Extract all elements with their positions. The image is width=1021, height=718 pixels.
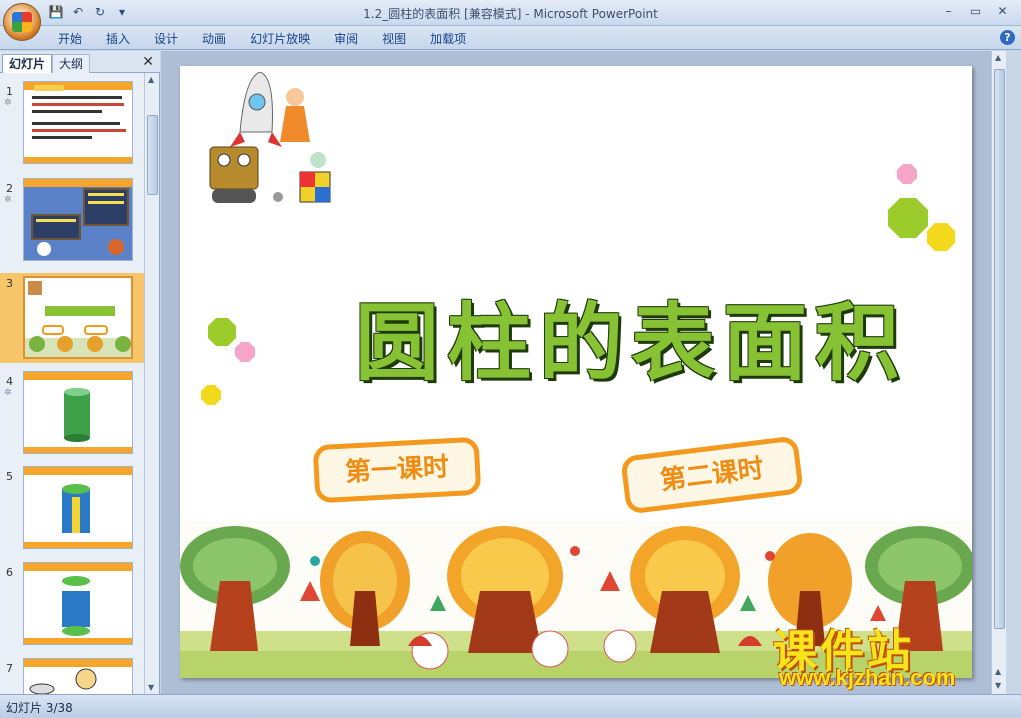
tab-outline[interactable]: 大纲 — [52, 54, 91, 73]
panel-close-icon[interactable]: ✕ — [142, 54, 154, 70]
tab-home[interactable]: 开始 — [46, 30, 94, 48]
thumbnail-preview — [23, 658, 133, 694]
thumbnail-preview — [23, 371, 133, 454]
scroll-up-icon[interactable]: ▲ — [995, 53, 1001, 62]
lesson-two-button[interactable]: 第二课时 — [620, 435, 804, 515]
slide-thumbnail-3[interactable]: 3 — [0, 273, 144, 363]
tab-animation[interactable]: 动画 — [190, 30, 238, 48]
green-dot-decoration — [888, 198, 928, 238]
thumbnail-art — [24, 82, 132, 163]
animation-star-icon: ✲ — [4, 195, 12, 205]
slide-title[interactable]: 圆柱的表面积 — [355, 276, 907, 397]
pink-dot-decoration — [897, 164, 917, 184]
thumbnail-number: 3 — [6, 277, 13, 290]
slide-thumbnail-5[interactable]: 5 — [0, 466, 144, 556]
thumbnails-scrollbar[interactable]: ▲ ▼ — [144, 73, 159, 694]
yellow-dot-decoration — [201, 385, 221, 405]
yellow-dot-decoration — [927, 223, 955, 251]
ribbon-tabs: 开始 插入 设计 动画 幻灯片放映 审阅 视图 加载项 — [46, 30, 478, 48]
slide-thumbnail-1[interactable]: 1 ✲ — [0, 81, 144, 171]
tab-review[interactable]: 审阅 — [322, 30, 370, 48]
slide-thumbnail-6[interactable]: 6 — [0, 562, 144, 652]
thumbnail-art — [24, 659, 132, 694]
thumbnail-number: 1 — [6, 85, 13, 98]
office-button[interactable] — [3, 3, 41, 41]
thumbnail-number: 7 — [6, 662, 13, 675]
thumbnail-art — [25, 278, 131, 357]
slide-thumbnail-7[interactable]: 7 — [0, 658, 144, 694]
tab-insert[interactable]: 插入 — [94, 30, 142, 48]
thumbnail-preview — [23, 81, 133, 164]
tab-view[interactable]: 视图 — [370, 30, 418, 48]
thumbnail-art — [24, 467, 132, 548]
animation-star-icon: ✲ — [4, 388, 12, 398]
thumbnail-number: 5 — [6, 470, 13, 483]
thumbnail-preview — [23, 178, 133, 261]
slide-thumbnail-4[interactable]: 4 ✲ — [0, 371, 144, 461]
thumbnail-number: 4 — [6, 375, 13, 388]
scroll-up-icon[interactable]: ▲ — [148, 75, 154, 84]
lesson-one-button[interactable]: 第一课时 — [312, 436, 482, 504]
thumbnail-art — [24, 179, 132, 260]
slide-counter: 幻灯片 3/38 — [6, 701, 73, 715]
scroll-down-icon[interactable]: ▼ — [148, 683, 154, 692]
thumbnail-preview — [23, 276, 133, 359]
help-icon[interactable]: ? — [1000, 30, 1015, 45]
tab-slideshow[interactable]: 幻灯片放映 — [238, 30, 322, 48]
thumbnail-art — [24, 372, 132, 453]
thumbnail-art — [24, 563, 132, 644]
thumbnail-list: 1 ✲ 2 ✲ 3 4 ✲ 5 6 7 — [0, 73, 144, 694]
window-title: 1.2_圆柱的表面积 [兼容模式] - Microsoft PowerPoint — [363, 7, 658, 21]
pink-dot-decoration — [235, 342, 255, 362]
tab-addins[interactable]: 加载项 — [418, 30, 478, 48]
panel-tabs: 幻灯片 大纲 ✕ — [0, 51, 160, 73]
slide-thumbnail-2[interactable]: 2 ✲ — [0, 178, 144, 268]
ribbon: 开始 插入 设计 动画 幻灯片放映 审阅 视图 加载项 ? — [0, 26, 1021, 50]
office-logo-icon — [12, 12, 32, 32]
thumbnail-preview — [23, 466, 133, 549]
cartoon-robot-illustration — [209, 72, 331, 203]
window-controls: – ▭ ✕ — [936, 2, 1015, 20]
animation-star-icon: ✲ — [4, 98, 12, 108]
thumbnail-preview — [23, 562, 133, 645]
status-bar: 幻灯片 3/38 — [0, 694, 1021, 718]
thumbnail-number: 2 — [6, 182, 13, 195]
tab-design[interactable]: 设计 — [142, 30, 190, 48]
next-slide-icon[interactable]: ▼ — [995, 681, 1001, 690]
slides-panel: 幻灯片 大纲 ✕ 1 ✲ 2 ✲ 3 4 ✲ 5 6 7 ▲ ▼ — [0, 51, 160, 694]
close-button[interactable]: ✕ — [990, 2, 1015, 20]
minimize-button[interactable]: – — [936, 2, 961, 20]
slide-editing-area: 圆柱的表面积 第一课时 第二课时 ▲ ▲ ▼ — [161, 51, 1006, 694]
previous-slide-icon[interactable]: ▲ — [995, 667, 1001, 676]
thumbnail-number: 6 — [6, 566, 13, 579]
slide-canvas[interactable]: 圆柱的表面积 第一课时 第二课时 — [180, 66, 972, 678]
watermark-url: www.kjzhan.com — [779, 665, 956, 690]
tab-slides[interactable]: 幻灯片 — [2, 54, 53, 73]
scroll-thumb[interactable] — [147, 115, 158, 195]
scroll-thumb[interactable] — [994, 69, 1005, 629]
title-bar: 💾 ↶ ↻ ▾ 1.2_圆柱的表面积 [兼容模式] - Microsoft Po… — [0, 0, 1021, 26]
slide-scrollbar[interactable]: ▲ ▲ ▼ — [991, 51, 1006, 694]
green-dot-decoration — [208, 318, 236, 346]
maximize-button[interactable]: ▭ — [963, 2, 988, 20]
